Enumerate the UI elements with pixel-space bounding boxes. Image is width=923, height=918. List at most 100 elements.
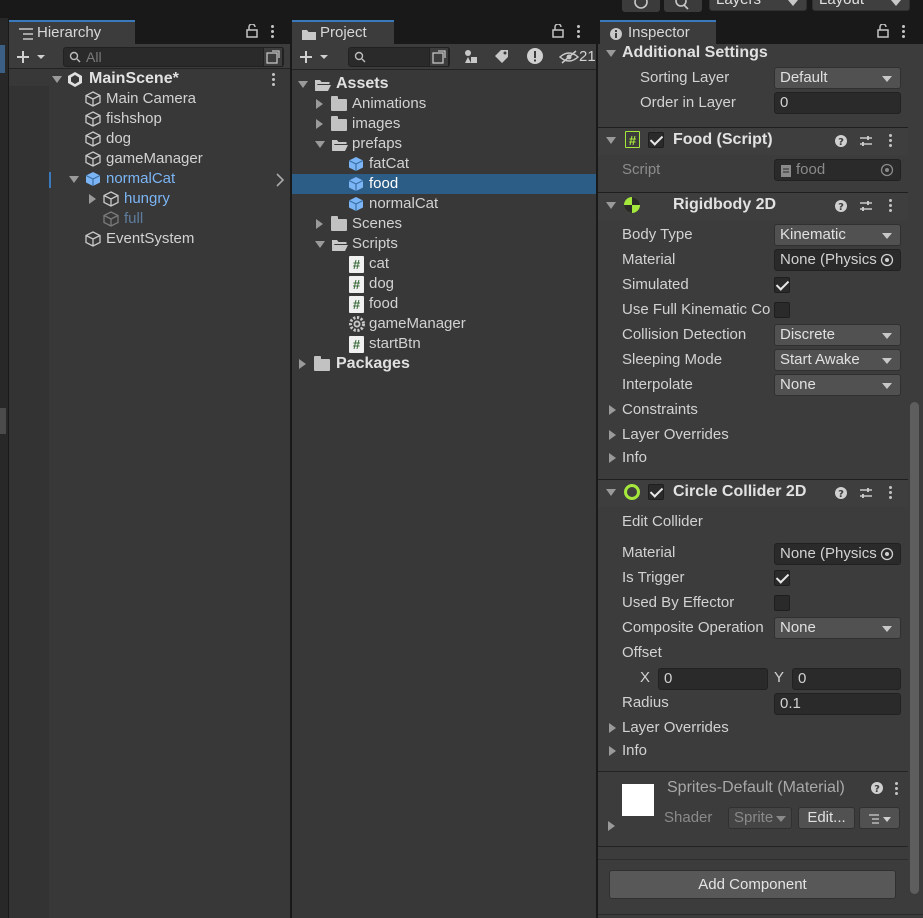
shader-edit-button[interactable]: Edit... (798, 807, 855, 829)
animations-fold-icon[interactable] (316, 99, 323, 109)
project-tree-script-food[interactable]: food (369, 294, 398, 314)
interpolate-dropdown[interactable]: None (774, 374, 901, 396)
hierarchy-menu-icon[interactable] (271, 25, 275, 39)
circle-collider-enabled-checkbox[interactable] (648, 484, 664, 500)
hungry-fold-icon[interactable] (89, 194, 96, 204)
sorting-layer-dropdown[interactable]: Default (774, 67, 901, 89)
presets-icon[interactable] (859, 486, 873, 500)
help-icon[interactable]: ? (834, 199, 848, 213)
material-menu-icon[interactable] (895, 782, 899, 796)
project-tree-food-prefab[interactable]: food (369, 174, 398, 194)
help-icon[interactable]: ? (870, 781, 884, 795)
project-search-input[interactable] (348, 47, 450, 67)
packages-fold-icon[interactable] (299, 359, 306, 369)
tab-hierarchy[interactable]: Hierarchy (9, 20, 135, 44)
composite-operation-dropdown[interactable]: None (774, 617, 901, 639)
add-component-button[interactable]: Add Component (609, 870, 896, 899)
lock-icon[interactable] (552, 24, 564, 38)
filter-by-type-icon[interactable] (462, 48, 480, 66)
shader-options-button[interactable] (859, 807, 900, 829)
layers-dropdown[interactable]: Layers (709, 0, 807, 11)
lock-icon[interactable] (877, 24, 889, 38)
search-window-toggle[interactable] (429, 47, 449, 67)
scripts-fold-icon[interactable] (315, 241, 325, 248)
radius-field[interactable]: 0.1 (774, 693, 901, 715)
hidden-packages-icon[interactable] (559, 49, 579, 65)
lock-icon[interactable] (246, 24, 258, 38)
sleeping-mode-dropdown[interactable]: Start Awake (774, 349, 901, 371)
warning-filter-icon[interactable] (526, 47, 544, 65)
circle-collider-fold-icon[interactable] (606, 489, 616, 496)
help-icon[interactable]: ? (834, 486, 848, 500)
history-button[interactable] (622, 0, 660, 12)
project-tree-scenes[interactable]: Scenes (352, 214, 402, 234)
additional-settings-title[interactable]: Additional Settings (622, 43, 768, 63)
presets-icon[interactable] (859, 199, 873, 213)
material-fold-icon[interactable] (608, 821, 615, 831)
scrollbar-thumb[interactable] (910, 402, 919, 894)
rigidbody-fold-icon[interactable] (606, 202, 616, 209)
scenes-fold-icon[interactable] (316, 219, 323, 229)
food-script-enabled-checkbox[interactable] (648, 132, 664, 148)
full-kinematic-checkbox[interactable] (774, 302, 790, 318)
cc-info-foldout[interactable]: Info (622, 741, 647, 761)
constraints-fold-icon[interactable] (609, 405, 616, 415)
offset-y-label[interactable]: Y (774, 668, 784, 688)
edit-collider-label[interactable]: Edit Collider (622, 512, 703, 532)
order-in-layer-field[interactable]: 0 (774, 92, 901, 114)
object-picker-icon[interactable] (880, 253, 894, 267)
hierarchy-item-dog[interactable]: dog (106, 129, 131, 149)
offset-x-field[interactable]: 0 (658, 668, 768, 690)
hierarchy-search-input[interactable]: All (63, 47, 284, 67)
project-tree-scripts[interactable]: Scripts (352, 234, 398, 254)
scene-name[interactable]: MainScene* (89, 69, 179, 89)
used-by-effector-checkbox[interactable] (774, 595, 790, 611)
project-tree-normalcat[interactable]: normalCat (369, 194, 438, 214)
script-object-field[interactable]: food (774, 159, 901, 181)
assets-fold-icon[interactable] (298, 81, 308, 88)
scene-menu-icon[interactable] (272, 73, 276, 87)
help-icon[interactable]: ? (834, 134, 848, 148)
normalcat-fold-icon[interactable] (69, 176, 79, 183)
project-menu-icon[interactable] (577, 25, 581, 39)
hierarchy-item-gamemanager[interactable]: gameManager (106, 149, 203, 169)
project-tree-script-dog[interactable]: dog (369, 274, 394, 294)
filter-by-label-icon[interactable] (493, 48, 511, 66)
rb-info-fold-icon[interactable] (609, 453, 616, 463)
project-tree-script-startbtn[interactable]: startBtn (369, 334, 421, 354)
circle-collider-menu-icon[interactable] (889, 486, 893, 500)
project-tree-images[interactable]: images (352, 114, 400, 134)
offset-x-label[interactable]: X (640, 668, 650, 688)
simulated-checkbox[interactable] (774, 277, 790, 293)
hierarchy-item-full[interactable]: full (124, 209, 143, 229)
is-trigger-checkbox[interactable] (774, 570, 790, 586)
constraints-foldout[interactable]: Constraints (622, 400, 698, 420)
rb-material-field[interactable]: None (Physics (774, 249, 901, 271)
cc-layer-overrides-fold-icon[interactable] (609, 723, 616, 733)
images-fold-icon[interactable] (316, 119, 323, 129)
hierarchy-item-normalcat[interactable]: normalCat (106, 169, 175, 189)
body-type-dropdown[interactable]: Kinematic (774, 224, 901, 246)
project-tree-assets[interactable]: Assets (336, 74, 388, 94)
tab-inspector[interactable]: Inspector (600, 20, 716, 44)
layout-dropdown[interactable]: Layout (812, 0, 910, 11)
food-script-menu-icon[interactable] (889, 134, 893, 148)
rb-info-foldout[interactable]: Info (622, 448, 647, 468)
food-script-fold-icon[interactable] (606, 137, 616, 144)
cc-info-fold-icon[interactable] (609, 746, 616, 756)
prefaps-fold-icon[interactable] (315, 141, 325, 148)
rb-layer-overrides-foldout[interactable]: Layer Overrides (622, 425, 729, 445)
project-tree-script-cat[interactable]: cat (369, 254, 389, 274)
object-picker-icon[interactable] (880, 547, 894, 561)
object-picker-icon[interactable] (880, 163, 894, 177)
collision-detection-dropdown[interactable]: Discrete (774, 324, 901, 346)
project-tree-prefaps[interactable]: prefaps (352, 134, 402, 154)
inspector-scrollbar[interactable] (908, 44, 922, 918)
project-tree-animations[interactable]: Animations (352, 94, 426, 114)
create-button[interactable] (14, 48, 50, 66)
project-tree-packages[interactable]: Packages (336, 354, 410, 374)
inspector-menu-icon[interactable] (902, 25, 906, 39)
hierarchy-item-hungry[interactable]: hungry (124, 189, 170, 209)
hierarchy-item-fishshop[interactable]: fishshop (106, 109, 162, 129)
presets-icon[interactable] (859, 134, 873, 148)
